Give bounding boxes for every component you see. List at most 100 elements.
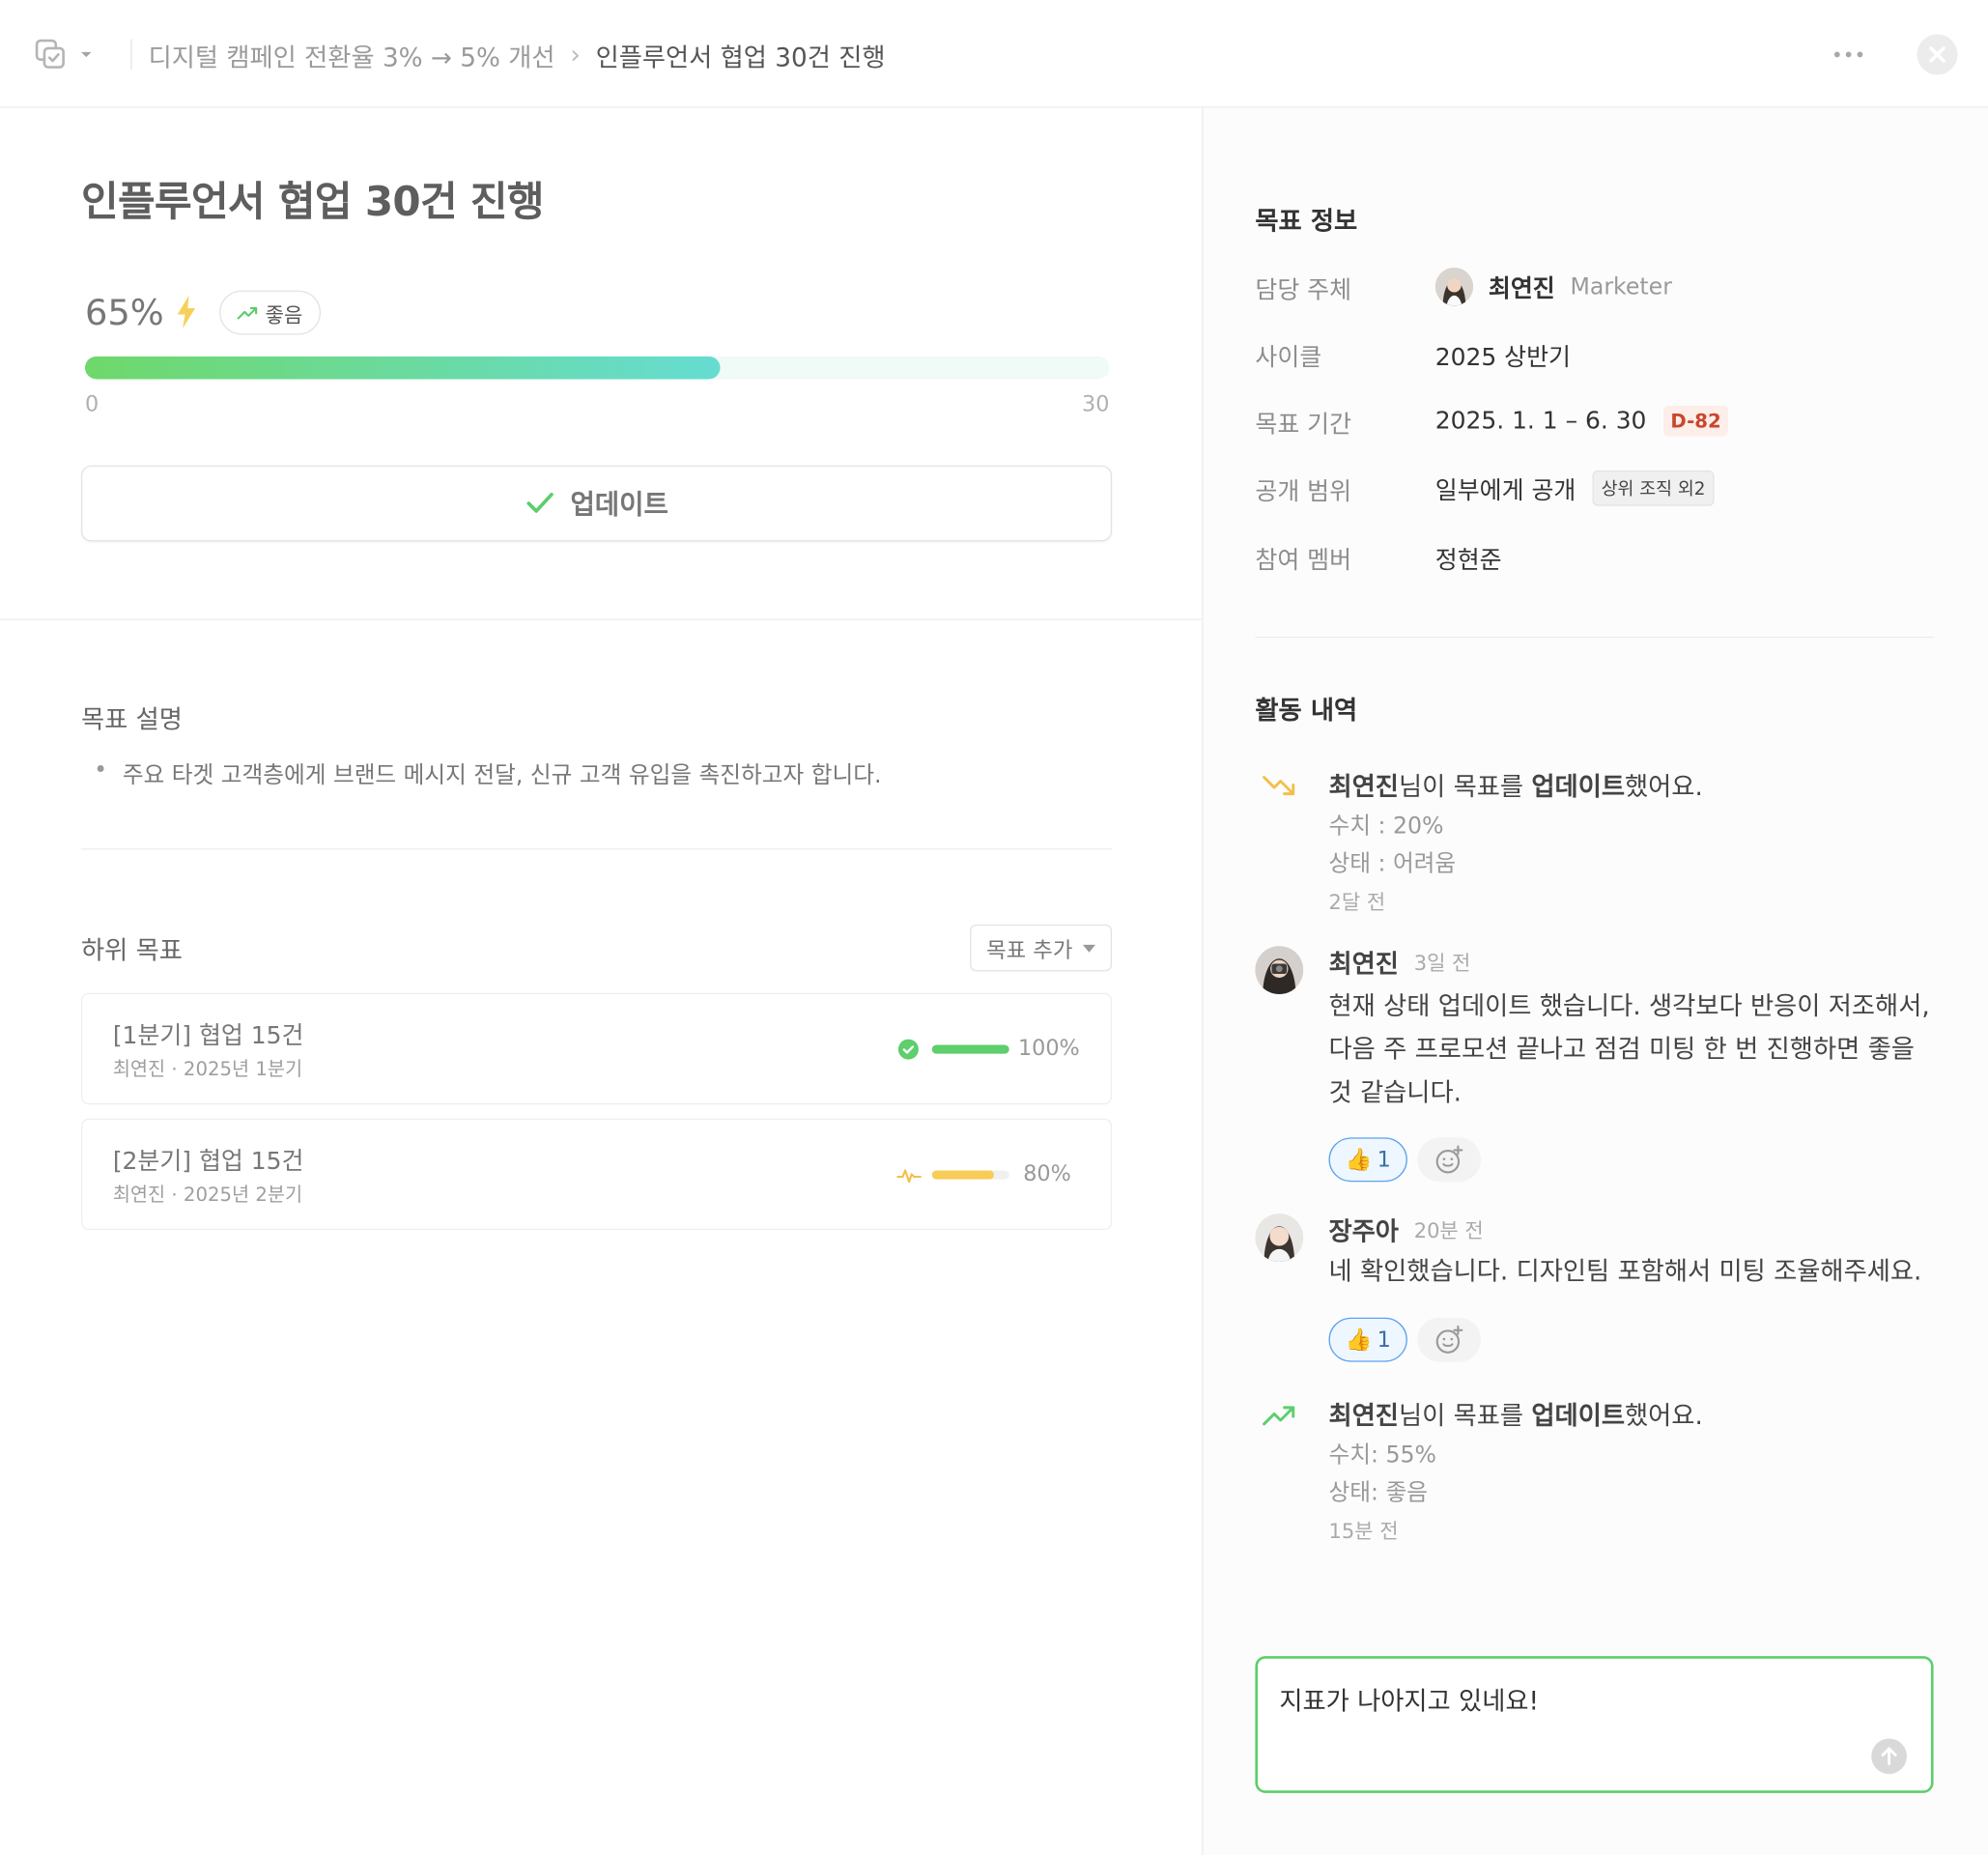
breadcrumb: 디지털 캠페인 전환율 3% → 5% 개선 › 인플루언서 협업 30건 진행 <box>149 36 886 73</box>
owner-label: 담당 주체 <box>1255 276 1352 304</box>
thumbs-up-icon: 👍 <box>1345 1327 1373 1353</box>
info-divider <box>1255 636 1934 639</box>
subgoal-progress-fill <box>931 1044 1009 1054</box>
comment-text: 네 확인했습니다. 디자인팀 포함해서 미팅 조율해주세요. <box>1328 1255 1922 1286</box>
activity-text: 님이 목표를 <box>1398 771 1532 802</box>
thumbs-up-icon: 👍 <box>1345 1147 1373 1173</box>
subgoal-card-1[interactable]: [1분기] 협업 15건 최연진 · 2025년 1분기 100% <box>81 992 1113 1105</box>
add-reaction-button[interactable] <box>1417 1317 1481 1362</box>
subgoal-title: [2분기] 협업 15건 <box>112 1147 304 1176</box>
view-switcher[interactable] <box>33 36 109 73</box>
activity-update-line: 최연진님이 목표를 업데이트했어요. <box>1329 1395 1703 1432</box>
check-icon <box>526 493 554 513</box>
reaction-thumbs-up[interactable]: 👍 1 <box>1328 1317 1407 1362</box>
activity-status-line: 상태 : 어려움 <box>1328 850 1457 878</box>
scope-value: 일부에게 공개 <box>1434 475 1576 504</box>
scope-badge: 상위 조직 외2 <box>1592 470 1715 506</box>
members-label: 참여 멤버 <box>1255 546 1352 575</box>
activity-update-line: 최연진님이 목표를 업데이트했어요. <box>1329 766 1703 803</box>
breadcrumb-current: 인플루언서 협업 30건 진행 <box>595 41 886 72</box>
period-value: 2025. 1. 1 – 6. 30 <box>1434 407 1647 436</box>
send-icon[interactable] <box>1870 1737 1908 1775</box>
add-emoji-icon <box>1435 1325 1463 1354</box>
status-badge: 좋음 <box>219 290 322 335</box>
activity-actor: 최연진 <box>1328 1400 1399 1431</box>
subgoal-meta: 최연진 · 2025년 2분기 <box>112 1183 303 1207</box>
lightning-icon <box>178 295 196 328</box>
progress-bar-fill <box>84 356 721 380</box>
range-min: 0 <box>84 391 99 417</box>
pulse-icon <box>896 1169 922 1184</box>
subgoal-card-2[interactable]: [2분기] 협업 15건 최연진 · 2025년 2분기 80% <box>81 1118 1113 1231</box>
reaction-count: 1 <box>1377 1147 1391 1173</box>
progress-bar <box>84 356 1110 380</box>
activity-status-line: 상태: 좋음 <box>1328 1479 1428 1507</box>
update-button-label: 업데이트 <box>570 489 668 521</box>
description-text: 주요 타겟 고객층에게 브랜드 메시지 전달, 신규 고객 유입을 촉진하고자 … <box>122 761 882 789</box>
activity-heading: 활동 내역 <box>1255 695 1358 726</box>
avatar <box>1434 267 1474 306</box>
subgoal-percent: 80% <box>1023 1161 1071 1187</box>
range-max: 30 <box>1082 391 1110 417</box>
add-emoji-icon <box>1435 1144 1463 1173</box>
activity-text-end: 했어요. <box>1625 1400 1703 1431</box>
reaction-count: 1 <box>1377 1327 1391 1353</box>
owner-field[interactable]: 최연진 Marketer <box>1434 267 1672 307</box>
breadcrumb-separator: › <box>570 39 581 71</box>
status-label: 좋음 <box>265 302 303 327</box>
trend-up-icon <box>238 306 258 319</box>
top-bar: 디지털 캠페인 전환율 3% → 5% 개선 › 인플루언서 협업 30건 진행 <box>0 0 1988 108</box>
add-reaction-button[interactable] <box>1417 1137 1481 1183</box>
description-divider <box>81 848 1113 850</box>
subgoal-progress-bar <box>931 1044 1009 1054</box>
activity-value-line: 수치 : 20% <box>1328 813 1444 840</box>
subgoal-progress-fill <box>931 1170 994 1180</box>
comment-author: 장주아 <box>1328 1215 1399 1246</box>
cycle-value[interactable]: 2025 상반기 <box>1435 338 1571 372</box>
trend-up-icon <box>1263 1406 1295 1426</box>
trend-down-icon <box>1263 776 1295 796</box>
activity-action: 업데이트 <box>1531 1400 1626 1431</box>
subgoals-heading: 하위 목표 <box>81 934 183 965</box>
goal-title: 인플루언서 협업 30건 진행 <box>81 177 545 226</box>
info-heading: 목표 정보 <box>1255 205 1358 237</box>
activity-actor: 최연진 <box>1328 771 1399 802</box>
comment-time: 20분 전 <box>1413 1218 1484 1243</box>
bullet-dot: • <box>94 756 108 785</box>
period-label: 목표 기간 <box>1255 411 1352 440</box>
more-icon[interactable] <box>1831 43 1866 67</box>
activity-time: 15분 전 <box>1328 1519 1399 1544</box>
subgoal-meta: 최연진 · 2025년 1분기 <box>112 1057 303 1081</box>
close-icon[interactable] <box>1916 33 1959 76</box>
caret-down-icon <box>81 51 92 58</box>
owner-name: 최연진 <box>1488 274 1555 303</box>
caret-down-icon <box>1082 944 1095 953</box>
comment-header: 최연진 3일 전 <box>1329 944 1471 980</box>
breadcrumb-parent[interactable]: 디지털 캠페인 전환율 3% → 5% 개선 <box>149 36 555 72</box>
subgoal-percent: 100% <box>1017 1036 1080 1062</box>
separator <box>130 39 132 71</box>
scope-field[interactable]: 일부에게 공개 상위 조직 외2 <box>1434 470 1715 506</box>
add-goal-label: 목표 추가 <box>986 938 1073 964</box>
complete-check-icon <box>897 1039 919 1060</box>
avatar <box>1255 1213 1304 1262</box>
activity-value-line: 수치: 55% <box>1328 1441 1436 1469</box>
description-heading: 목표 설명 <box>81 703 183 734</box>
subgoal-progress-bar <box>931 1170 1009 1180</box>
members-value[interactable]: 정현준 <box>1435 541 1502 575</box>
period-field[interactable]: 2025. 1. 1 – 6. 30 D-82 <box>1435 403 1729 439</box>
comment-time: 3일 전 <box>1413 951 1471 976</box>
add-goal-dropdown[interactable]: 목표 추가 <box>970 924 1113 972</box>
update-button[interactable]: 업데이트 <box>81 465 1113 542</box>
dday-badge: D-82 <box>1662 406 1729 437</box>
activity-time: 2달 전 <box>1328 890 1386 915</box>
reaction-thumbs-up[interactable]: 👍 1 <box>1328 1137 1407 1183</box>
progress-percent: 65% <box>84 291 164 333</box>
cycle-label: 사이클 <box>1255 343 1322 372</box>
avatar <box>1255 946 1304 994</box>
copy-check-icon <box>35 39 65 69</box>
comment-input-text: 지표가 나아지고 있네요! <box>1279 1685 1540 1716</box>
comment-text: 현재 상태 업데이트 했습니다. 생각보다 반응이 저조해서, 다음 주 프로모… <box>1328 990 1930 1107</box>
comment-input[interactable]: 지표가 나아지고 있네요! <box>1255 1656 1934 1793</box>
scope-label: 공개 범위 <box>1255 477 1352 506</box>
